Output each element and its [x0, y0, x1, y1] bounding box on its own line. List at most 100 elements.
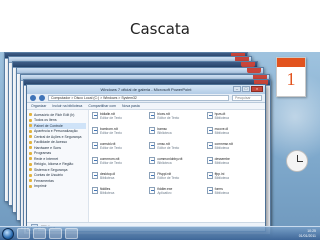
command-bar: Organizar Incluir na biblioteca Comparti…	[27, 103, 265, 110]
file-icon	[92, 172, 98, 179]
file-icon	[149, 142, 156, 149]
file-type: Biblioteca	[214, 191, 229, 195]
file-icon	[206, 187, 213, 194]
file-type: Biblioteca	[100, 176, 115, 180]
file-type: Biblioteca	[214, 161, 229, 165]
start-button[interactable]	[2, 227, 14, 240]
file-icon	[149, 187, 156, 194]
folder-icon	[29, 168, 32, 172]
taskbar-powerpoint-button[interactable]	[65, 228, 78, 239]
nav-item-label: Programas	[34, 151, 52, 156]
file-type: Biblioteca	[157, 131, 172, 135]
file-item[interactable]: bidialin.rdt Editor de Texto	[92, 112, 147, 127]
file-type: Biblioteca	[214, 146, 229, 150]
file-icon	[206, 127, 213, 134]
folder-icon	[29, 179, 32, 183]
file-item[interactable]: dessembe Biblioteca	[206, 157, 262, 172]
forward-icon[interactable]	[39, 95, 45, 101]
slide-title: Cascata	[130, 20, 190, 38]
file-type: Biblioteca	[100, 191, 115, 195]
file-item[interactable]: fiddler.exe Aplicativo	[149, 187, 204, 202]
taskbar-browser-button[interactable]	[33, 228, 46, 239]
file-type: Biblioteca	[214, 116, 229, 120]
file-icon	[92, 112, 98, 119]
system-clock[interactable]: 10:25 01/01/2011	[299, 229, 320, 238]
file-item[interactable]: commrom.rdt Editor de Texto	[92, 157, 147, 172]
file-icon	[149, 157, 156, 164]
nav-item-label: Aparência e Personalização	[34, 129, 78, 134]
nav-item[interactable]: Central de Ações e Segurança	[29, 134, 86, 140]
file-list: bidialin.rdt Editor de Texto bioxs.rdt Edit…	[89, 110, 265, 222]
file-type: Biblioteca	[157, 161, 172, 165]
taskbar-media-button[interactable]	[49, 228, 62, 239]
nav-item-label: Contas de Usuário	[34, 173, 63, 178]
file-item[interactable]: ffpp.ini Biblioteca	[206, 172, 262, 187]
maximize-button[interactable]: □	[242, 86, 250, 92]
file-item[interactable]: Ffsppl.rdt Editor de Texto	[149, 172, 204, 187]
nav-item-label: Rede e Internet	[34, 156, 59, 161]
window-title: Windows 7 oficial de galeria - Microsoft…	[100, 87, 192, 92]
back-icon[interactable]	[30, 95, 36, 101]
folder-icon	[29, 173, 32, 177]
file-type: Editor de Texto	[100, 161, 122, 165]
minimize-button[interactable]: –	[233, 86, 241, 92]
file-item[interactable]: bamsc Biblioteca	[149, 127, 204, 142]
file-item[interactable]: comstd.rdt Editor de Texto	[92, 142, 147, 157]
close-button[interactable]: ×	[251, 86, 263, 92]
file-type: Editor de Texto	[157, 116, 180, 120]
file-item[interactable]: bioxs.rdt Editor de Texto	[149, 112, 204, 127]
folder-icon	[29, 124, 32, 128]
file-type: Biblioteca	[214, 131, 229, 135]
file-item[interactable]: hpzs.dt Biblioteca	[206, 112, 262, 127]
nav-item-label: Central de Ações e Segurança	[34, 134, 82, 139]
file-item[interactable]: desktop.dl Biblioteca	[92, 172, 147, 187]
folder-icon	[29, 184, 32, 188]
toolbar-share[interactable]: Compartilhar com	[88, 104, 116, 108]
taskbar-explorer-button[interactable]	[17, 228, 30, 239]
file-item[interactable]: fiddiles Biblioteca	[92, 187, 147, 202]
file-item[interactable]: cmsc.rdt Editor de Texto	[149, 142, 204, 157]
nav-item-label: Facilidade de Acesso	[34, 140, 68, 145]
desktop: 1 Windows 7 oficial de galeria - Microso…	[0, 52, 320, 240]
calendar-gadget[interactable]: 1	[276, 57, 306, 97]
file-icon	[206, 157, 213, 164]
calendar-day: 1	[286, 69, 296, 89]
file-item[interactable]: moove.dl Biblioteca	[206, 127, 262, 142]
address-bar: Computador > Disco Local (C:) > Windows …	[27, 94, 265, 103]
nav-item-label: Acessório de Rich Edit (b)	[34, 112, 75, 117]
address-path[interactable]: Computador > Disco Local (C:) > Windows …	[48, 95, 229, 101]
nav-item-label: Ferramentas	[34, 178, 54, 183]
file-icon	[92, 187, 98, 194]
nav-item-label: Relógio, Idioma e Região	[34, 162, 74, 167]
nav-item[interactable]: Imprimir	[29, 184, 86, 190]
navigation-pane: Acessório de Rich Edit (b) Todos os Itens…	[27, 110, 89, 222]
file-item[interactable]: forms Biblioteca	[206, 187, 262, 202]
folder-icon	[29, 151, 32, 155]
explorer-window[interactable]: Windows 7 oficial de galeria - Microsoft…	[26, 84, 266, 232]
toolbar-include-library[interactable]: Incluir na biblioteca	[52, 104, 82, 108]
file-icon	[149, 127, 156, 134]
file-type: Editor de Texto	[100, 116, 122, 120]
file-icon	[206, 142, 213, 149]
nav-item-label: Imprimir	[34, 184, 47, 189]
file-type: Editor de Texto	[100, 146, 122, 150]
file-icon	[206, 112, 213, 119]
file-icon	[92, 157, 98, 164]
toolbar-organize[interactable]: Organizar	[31, 104, 46, 108]
folder-icon	[29, 146, 32, 150]
file-type: Editor de Texto	[157, 176, 180, 180]
file-item[interactable]: bomborn.rdt Editor de Texto	[92, 127, 147, 142]
folder-icon	[29, 129, 32, 133]
taskbar: 10:25 01/01/2011	[0, 226, 320, 240]
clock-gadget[interactable]	[286, 150, 308, 172]
file-type: Biblioteca	[214, 176, 229, 180]
file-item[interactable]: comnmsr.rdt Biblioteca	[206, 142, 262, 157]
toolbar-new-folder[interactable]: Nova pasta	[122, 104, 140, 108]
folder-icon	[29, 140, 32, 144]
file-item[interactable]: commonlobby.rdt Biblioteca	[149, 157, 204, 172]
window-titlebar[interactable]: Windows 7 oficial de galeria - Microsoft…	[27, 85, 265, 94]
file-icon	[206, 172, 213, 179]
nav-item[interactable]: Aparência e Personalização	[29, 129, 86, 135]
nav-item-label: Hardware e Sons	[34, 145, 62, 150]
search-input[interactable]: Pesquisar	[232, 95, 262, 101]
